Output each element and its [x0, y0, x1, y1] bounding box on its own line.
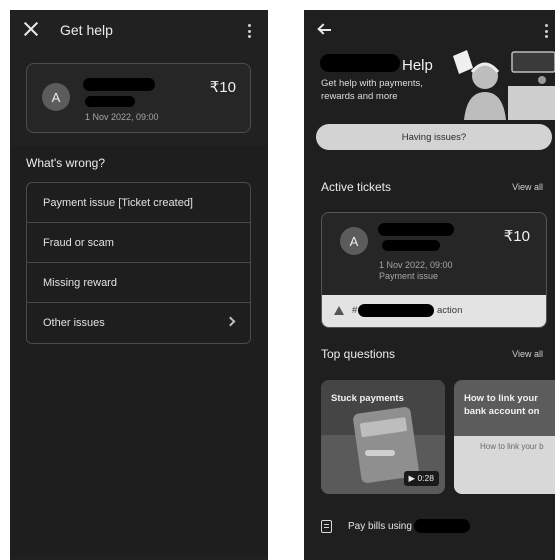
transaction-card: A ₹10 1 Nov 2022, 09:00 [26, 63, 251, 133]
get-help-screen: Get help A ₹10 1 Nov 2022, 09:00 What's … [10, 10, 268, 560]
top-questions-heading: Top questions [321, 347, 396, 361]
ticket-card[interactable]: A ₹10 1 Nov 2022, 09:00 Payment issue # … [321, 212, 547, 328]
document-icon [321, 519, 332, 533]
issue-other[interactable]: Other issues [27, 303, 250, 343]
more-options-icon[interactable] [545, 24, 549, 38]
more-options-icon[interactable] [248, 24, 252, 38]
redacted-detail [382, 240, 440, 251]
issue-payment[interactable]: Payment issue [Ticket created] [27, 183, 250, 223]
pay-bills-label: Pay bills using [348, 520, 412, 532]
avatar: A [42, 83, 70, 111]
view-all-questions-link[interactable]: View all [512, 349, 543, 359]
ticket-category: Payment issue [379, 271, 439, 281]
redacted-brand [413, 519, 470, 533]
page-title: Get help [60, 22, 113, 38]
issue-label: Other issues [43, 317, 105, 329]
section-heading: What's wrong? [26, 156, 105, 170]
close-icon[interactable] [22, 20, 40, 38]
video-card-stuck-payments[interactable]: Stuck payments ▶ 0:28 [321, 380, 445, 494]
video-duration: ▶ 0:28 [403, 471, 439, 486]
video-title: How to link your bank account on [464, 393, 540, 417]
hero-subtitle: Get help with payments, rewards and more [321, 78, 423, 102]
redacted-brand [320, 54, 400, 72]
active-tickets-heading: Active tickets [321, 180, 392, 194]
hero-title: Help [402, 57, 433, 74]
issue-label: Fraud or scam [43, 236, 114, 249]
transaction-amount: ₹10 [209, 79, 236, 96]
redacted-detail [85, 96, 135, 107]
ticket-date: 1 Nov 2022, 09:00 [379, 260, 453, 270]
issue-list: Payment issue [Ticket created] Fraud or … [26, 182, 251, 344]
video-title: Stuck payments [331, 393, 404, 404]
pay-bills-row[interactable]: Pay bills using [321, 519, 470, 533]
redacted-name [378, 223, 454, 236]
video-thumbnail-caption: How to link your b [480, 442, 544, 451]
issue-label: Payment issue [Ticket created] [43, 196, 193, 209]
issue-fraud[interactable]: Fraud or scam [27, 223, 250, 263]
warning-icon [334, 306, 344, 315]
ticket-status-banner: # action [322, 295, 546, 327]
ticket-amount: ₹10 [503, 228, 530, 245]
redacted-ticket-id [358, 304, 434, 317]
avatar: A [340, 227, 368, 255]
view-all-tickets-link[interactable]: View all [512, 182, 543, 192]
issue-missing-reward[interactable]: Missing reward [27, 263, 250, 303]
video-card-link-bank[interactable]: How to link your bank account on How to … [454, 380, 555, 494]
back-arrow-icon[interactable] [317, 23, 332, 37]
redacted-name [83, 78, 155, 91]
having-issues-button[interactable]: Having issues? [316, 124, 552, 150]
issue-label: Missing reward [43, 276, 117, 289]
transaction-date: 1 Nov 2022, 09:00 [85, 112, 159, 122]
support-agent-illustration [453, 50, 555, 120]
top-app-bar: Get help [10, 10, 268, 52]
chevron-right-icon [225, 316, 236, 327]
ticket-status-text: action [437, 305, 463, 316]
ticket-number-prefix: # [352, 305, 358, 316]
help-home-screen: Help Get help with payments, rewards and… [304, 10, 555, 560]
